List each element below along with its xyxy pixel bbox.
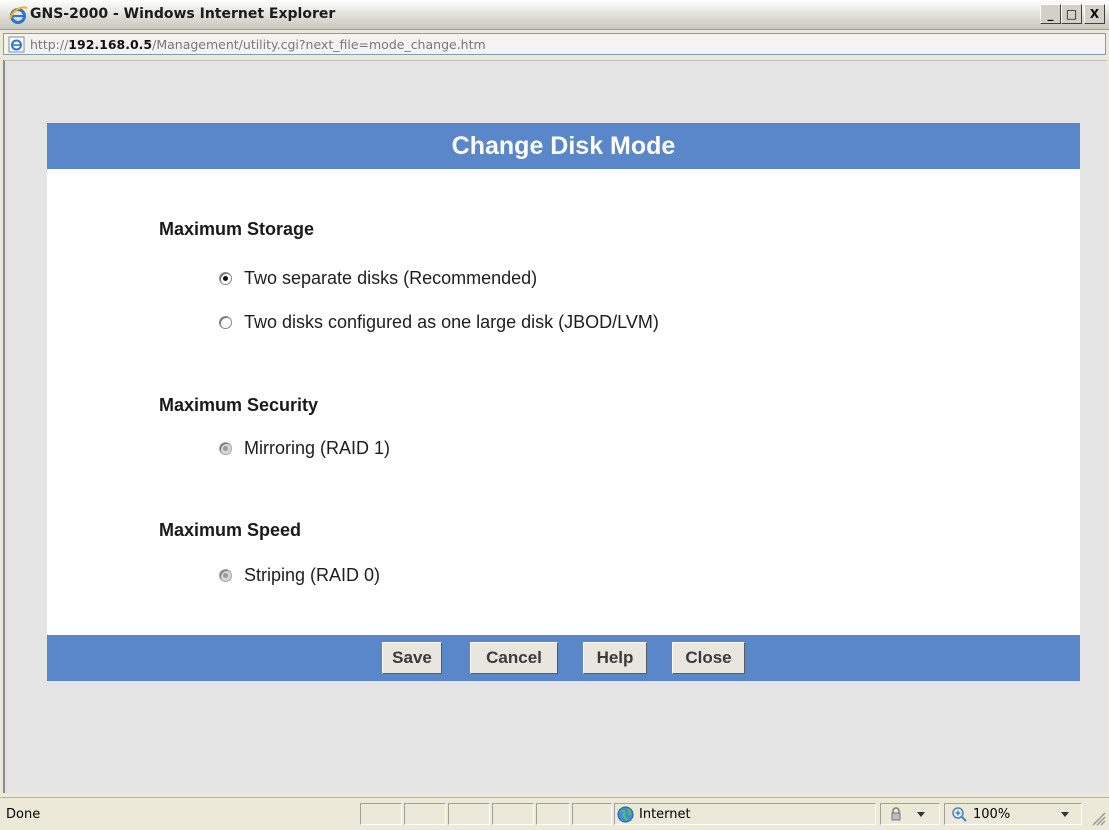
option-label: Two separate disks (Recommended)	[244, 268, 538, 288]
chevron-down-icon	[1061, 812, 1069, 817]
security-zone[interactable]: Internet	[614, 803, 876, 825]
ie-page-icon	[8, 36, 25, 53]
address-field[interactable]: http://192.168.0.5/Management/utility.cg…	[3, 33, 1106, 55]
status-cell	[492, 803, 534, 825]
url-path: /Management/utility.cgi?next_file=mode_c…	[152, 37, 486, 52]
protected-mode-icon	[891, 807, 901, 821]
address-bar: http://192.168.0.5/Management/utility.cg…	[0, 31, 1109, 57]
url-host: 192.168.0.5	[68, 37, 153, 52]
internet-explorer-icon	[9, 6, 28, 24]
status-text: Done	[6, 807, 41, 822]
url-prefix: http://	[30, 37, 69, 52]
maximize-icon: □	[1065, 7, 1078, 21]
status-bar: Done Internet 100%	[0, 797, 1109, 830]
zoom-level: 100%	[973, 807, 1011, 822]
protected-mode-button[interactable]	[880, 803, 940, 825]
chevron-down-icon	[917, 812, 925, 817]
section-title-storage: Maximum Storage	[159, 219, 315, 239]
status-cell	[536, 803, 570, 825]
zoom-icon	[952, 807, 967, 822]
option-striping[interactable]: Striping (RAID 0)	[219, 565, 380, 586]
help-button[interactable]: Help	[583, 642, 647, 674]
radio-mirroring[interactable]	[219, 442, 232, 455]
minimize-icon: _	[1047, 7, 1054, 21]
cancel-button[interactable]: Cancel	[470, 642, 558, 674]
radio-two-separate-disks[interactable]	[219, 272, 232, 285]
maximize-button[interactable]: □	[1061, 4, 1082, 24]
section-title-speed: Maximum Speed	[159, 520, 302, 540]
globe-icon	[617, 806, 634, 823]
option-mirroring[interactable]: Mirroring (RAID 1)	[219, 438, 390, 459]
window-title-bar[interactable]: GNS-2000 - Windows Internet Explorer _ □…	[0, 0, 1109, 30]
url-text: http://192.168.0.5/Management/utility.cg…	[30, 37, 486, 52]
option-label: Striping (RAID 0)	[244, 565, 381, 585]
section-title-security: Maximum Security	[159, 395, 319, 415]
close-icon: X	[1089, 7, 1100, 21]
status-cell	[448, 803, 490, 825]
option-two-separate-disks[interactable]: Two separate disks (Recommended)	[219, 268, 537, 289]
close-window-button[interactable]: X	[1084, 4, 1105, 24]
zone-label: Internet	[639, 807, 691, 822]
dialog-header: Change Disk Mode	[47, 123, 1080, 169]
zoom-control[interactable]: 100%	[944, 803, 1082, 825]
option-jbod-lvm[interactable]: Two disks configured as one large disk (…	[219, 312, 659, 333]
window-title: GNS-2000 - Windows Internet Explorer	[30, 6, 336, 22]
radio-striping[interactable]	[219, 569, 232, 582]
option-label: Two disks configured as one large disk (…	[244, 312, 659, 332]
resize-grip-icon[interactable]	[1090, 810, 1106, 826]
radio-jbod-lvm[interactable]	[219, 316, 232, 329]
close-button[interactable]: Close	[672, 642, 745, 674]
status-cell	[404, 803, 446, 825]
save-button[interactable]: Save	[382, 642, 442, 674]
minimize-button[interactable]: _	[1040, 4, 1061, 24]
dialog-title: Change Disk Mode	[451, 131, 676, 160]
dialog-footer: Save Cancel Help Close	[47, 635, 1080, 681]
status-cell	[572, 803, 612, 825]
change-disk-mode-panel: Change Disk Mode Maximum Storage Two sep…	[47, 123, 1080, 681]
option-label: Mirroring (RAID 1)	[244, 438, 391, 458]
browser-content: Change Disk Mode Maximum Storage Two sep…	[3, 60, 1107, 793]
status-cell	[360, 803, 402, 825]
